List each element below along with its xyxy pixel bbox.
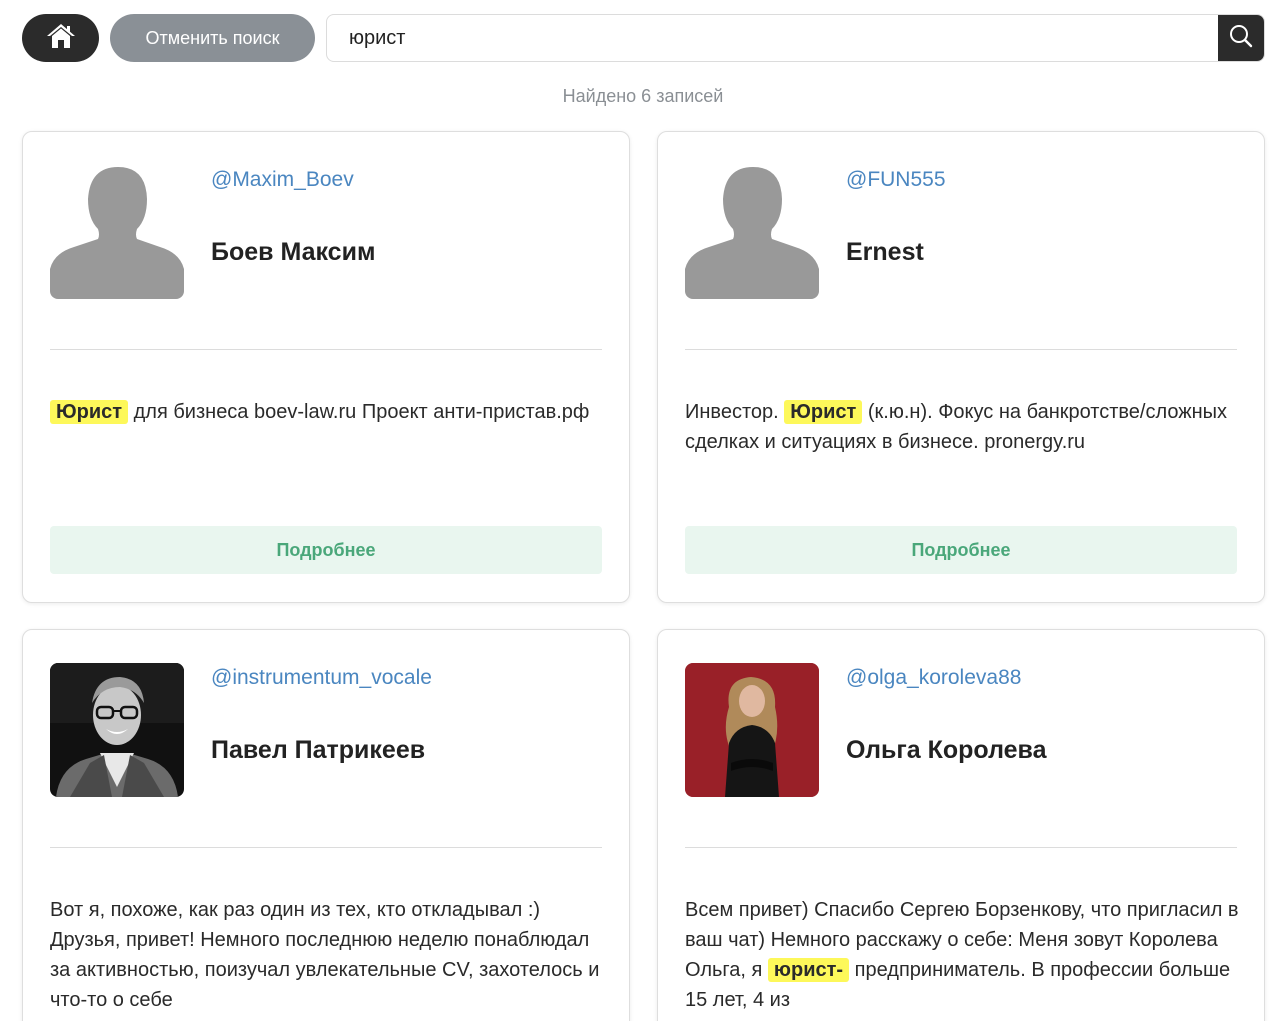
divider: [50, 349, 602, 350]
username-link[interactable]: @FUN555: [846, 168, 946, 192]
search-icon: [1229, 24, 1253, 53]
divider: [685, 847, 1237, 848]
profile-card: @olga_koroleva88 Ольга Королева Всем при…: [657, 629, 1265, 1021]
cancel-search-button[interactable]: Отменить поиск: [110, 14, 315, 62]
bio-text: для бизнеса boev-law.ru Проект анти-прис…: [128, 401, 590, 423]
bio-text: Инвестор.: [685, 401, 785, 423]
username-link[interactable]: @instrumentum_vocale: [211, 666, 432, 690]
username-link[interactable]: @olga_koroleva88: [846, 666, 1021, 690]
profile-card: @instrumentum_vocale Павел Патрикеев Вот…: [22, 629, 630, 1021]
home-button[interactable]: [22, 14, 99, 62]
profile-bio: Инвестор. Юрист (к.ю.н). Фокус на банкро…: [685, 397, 1245, 457]
search-input[interactable]: [327, 15, 1219, 61]
avatar-placeholder: [685, 165, 819, 299]
username-link[interactable]: @Maxim_Boev: [211, 168, 354, 192]
profile-bio: Всем привет) Спасибо Сергею Борзенкову, …: [685, 895, 1245, 1015]
avatar-photo: [50, 663, 184, 797]
bio-text: Вот я, похоже, как раз один из тех, кто …: [50, 899, 600, 1011]
bio-highlight: юрист-: [767, 958, 850, 982]
home-icon: [46, 23, 76, 54]
avatar-placeholder: [50, 165, 184, 299]
search-bar: [326, 14, 1265, 62]
profile-card: @FUN555 Ernest Инвестор. Юрист (к.ю.н). …: [657, 131, 1265, 603]
divider: [685, 349, 1237, 350]
divider: [50, 847, 602, 848]
avatar-photo: [685, 663, 819, 797]
profile-name: Павел Патрикеев: [211, 736, 426, 764]
results-count: Найдено 6 записей: [562, 86, 724, 106]
profile-bio: Юрист для бизнеса boev-law.ru Проект ант…: [50, 397, 610, 427]
profile-card: @Maxim_Boev Боев Максим Юрист для бизнес…: [22, 131, 630, 603]
profile-name: Ernest: [846, 238, 924, 266]
profile-bio: Вот я, похоже, как раз один из тех, кто …: [50, 895, 610, 1015]
search-button[interactable]: [1218, 15, 1264, 61]
details-button[interactable]: Подробнее: [685, 526, 1237, 574]
profile-name: Боев Максим: [211, 238, 376, 266]
bio-highlight: Юрист: [50, 400, 129, 424]
details-button[interactable]: Подробнее: [50, 526, 602, 574]
bio-highlight: Юрист: [784, 400, 863, 424]
profile-name: Ольга Королева: [846, 736, 1047, 764]
top-bar: Отменить поиск: [0, 0, 1280, 80]
